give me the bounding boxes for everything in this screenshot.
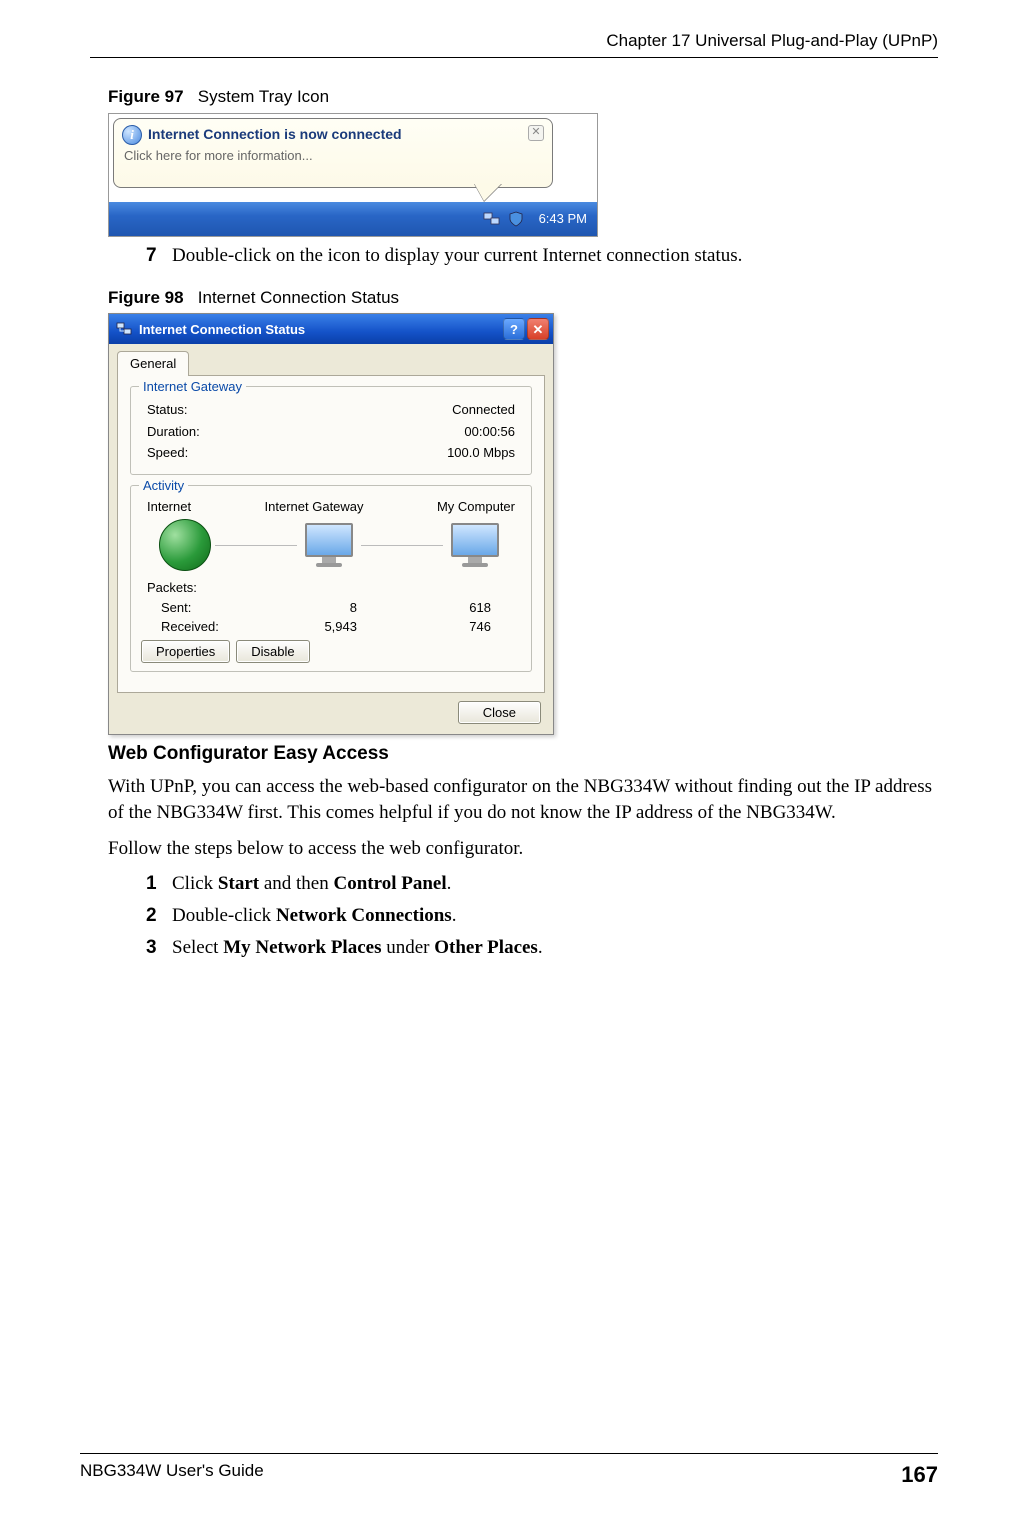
step-7-number: 7 <box>146 243 172 269</box>
step-7-text: Double-click on the icon to display your… <box>172 243 938 269</box>
group-internet-gateway: Internet Gateway Status: Connected Durat… <box>130 386 532 475</box>
figure97-text: System Tray Icon <box>198 87 329 106</box>
disable-button[interactable]: Disable <box>236 640 309 663</box>
duration-value: 00:00:56 <box>464 423 515 441</box>
figure97-caption: Figure 97 System Tray Icon <box>108 86 938 109</box>
received-label: Received: <box>147 618 247 636</box>
dialog-icon <box>115 320 133 338</box>
step-1-num: 1 <box>146 871 172 897</box>
chapter-header: Chapter 17 Universal Plug-and-Play (UPnP… <box>90 30 938 53</box>
dialog-title: Internet Connection Status <box>139 321 305 339</box>
status-label: Status: <box>147 401 187 419</box>
notification-balloon[interactable]: i Internet Connection is now connected C… <box>113 118 553 188</box>
col-internet: Internet <box>147 498 191 516</box>
step-1: 1 Click Start and then Control Panel. <box>146 871 938 897</box>
packets-label: Packets: <box>147 579 515 597</box>
steps-list: 1 Click Start and then Control Panel. 2 … <box>146 871 938 960</box>
header-rule <box>90 57 938 58</box>
figure98-dialog: Internet Connection Status ? ✕ General I… <box>108 313 554 734</box>
speed-label: Speed: <box>147 444 188 462</box>
speed-value: 100.0 Mbps <box>447 444 515 462</box>
taskbar: 6:43 PM <box>109 202 597 236</box>
tab-general[interactable]: General <box>117 351 189 376</box>
globe-icon <box>159 519 211 571</box>
help-button[interactable]: ? <box>503 318 525 340</box>
close-icon[interactable]: ✕ <box>527 318 549 340</box>
section-para2: Follow the steps below to access the web… <box>108 836 938 862</box>
footer-guide: NBG334W User's Guide <box>80 1460 264 1490</box>
recv-gw: 5,943 <box>247 618 381 636</box>
footer-page-number: 167 <box>901 1460 938 1490</box>
close-button[interactable]: Close <box>458 701 541 724</box>
balloon-subtext: Click here for more information... <box>124 147 544 165</box>
recv-pc: 746 <box>381 618 515 636</box>
duration-label: Duration: <box>147 423 200 441</box>
properties-button[interactable]: Properties <box>141 640 230 663</box>
figure98-label: Figure 98 <box>108 288 184 307</box>
taskbar-clock: 6:43 PM <box>539 210 587 228</box>
legend-activity: Activity <box>139 477 188 495</box>
step-2-num: 2 <box>146 903 172 929</box>
col-gateway: Internet Gateway <box>265 498 364 516</box>
group-activity: Activity Internet Internet Gateway My Co… <box>130 485 532 672</box>
step-2: 2 Double-click Network Connections. <box>146 903 938 929</box>
section-para1: With UPnP, you can access the web-based … <box>108 774 938 825</box>
step-3-num: 3 <box>146 935 172 961</box>
info-icon: i <box>122 125 142 145</box>
step-7: 7 Double-click on the icon to display yo… <box>146 243 938 269</box>
dialog-panel: Internet Gateway Status: Connected Durat… <box>117 375 545 693</box>
footer-rule <box>80 1453 938 1454</box>
dialog-titlebar: Internet Connection Status ? ✕ <box>109 314 553 344</box>
step-3: 3 Select My Network Places under Other P… <box>146 935 938 961</box>
step-3-text: Select My Network Places under Other Pla… <box>172 935 938 961</box>
figure97-label: Figure 97 <box>108 87 184 106</box>
activity-line-1 <box>215 545 297 546</box>
sent-pc: 618 <box>381 599 515 617</box>
figure98-text: Internet Connection Status <box>198 288 399 307</box>
activity-line-2 <box>361 545 443 546</box>
sent-gw: 8 <box>247 599 381 617</box>
computer-monitor-icon <box>447 523 503 567</box>
figure98-caption: Figure 98 Internet Connection Status <box>108 287 938 310</box>
figure97-image: i Internet Connection is now connected C… <box>108 113 598 237</box>
section-heading: Web Configurator Easy Access <box>108 741 938 767</box>
step-1-text: Click Start and then Control Panel. <box>172 871 938 897</box>
network-tray-icon[interactable] <box>483 210 501 228</box>
legend-gateway: Internet Gateway <box>139 378 246 396</box>
balloon-tail <box>474 183 502 201</box>
balloon-close-icon[interactable]: ✕ <box>528 125 544 141</box>
step-2-text: Double-click Network Connections. <box>172 903 938 929</box>
col-mycomputer: My Computer <box>437 498 515 516</box>
shield-tray-icon[interactable] <box>507 210 525 228</box>
sent-label: Sent: <box>147 599 247 617</box>
balloon-title-text: Internet Connection is now connected <box>148 125 402 144</box>
gateway-monitor-icon <box>301 523 357 567</box>
status-value: Connected <box>452 401 515 419</box>
